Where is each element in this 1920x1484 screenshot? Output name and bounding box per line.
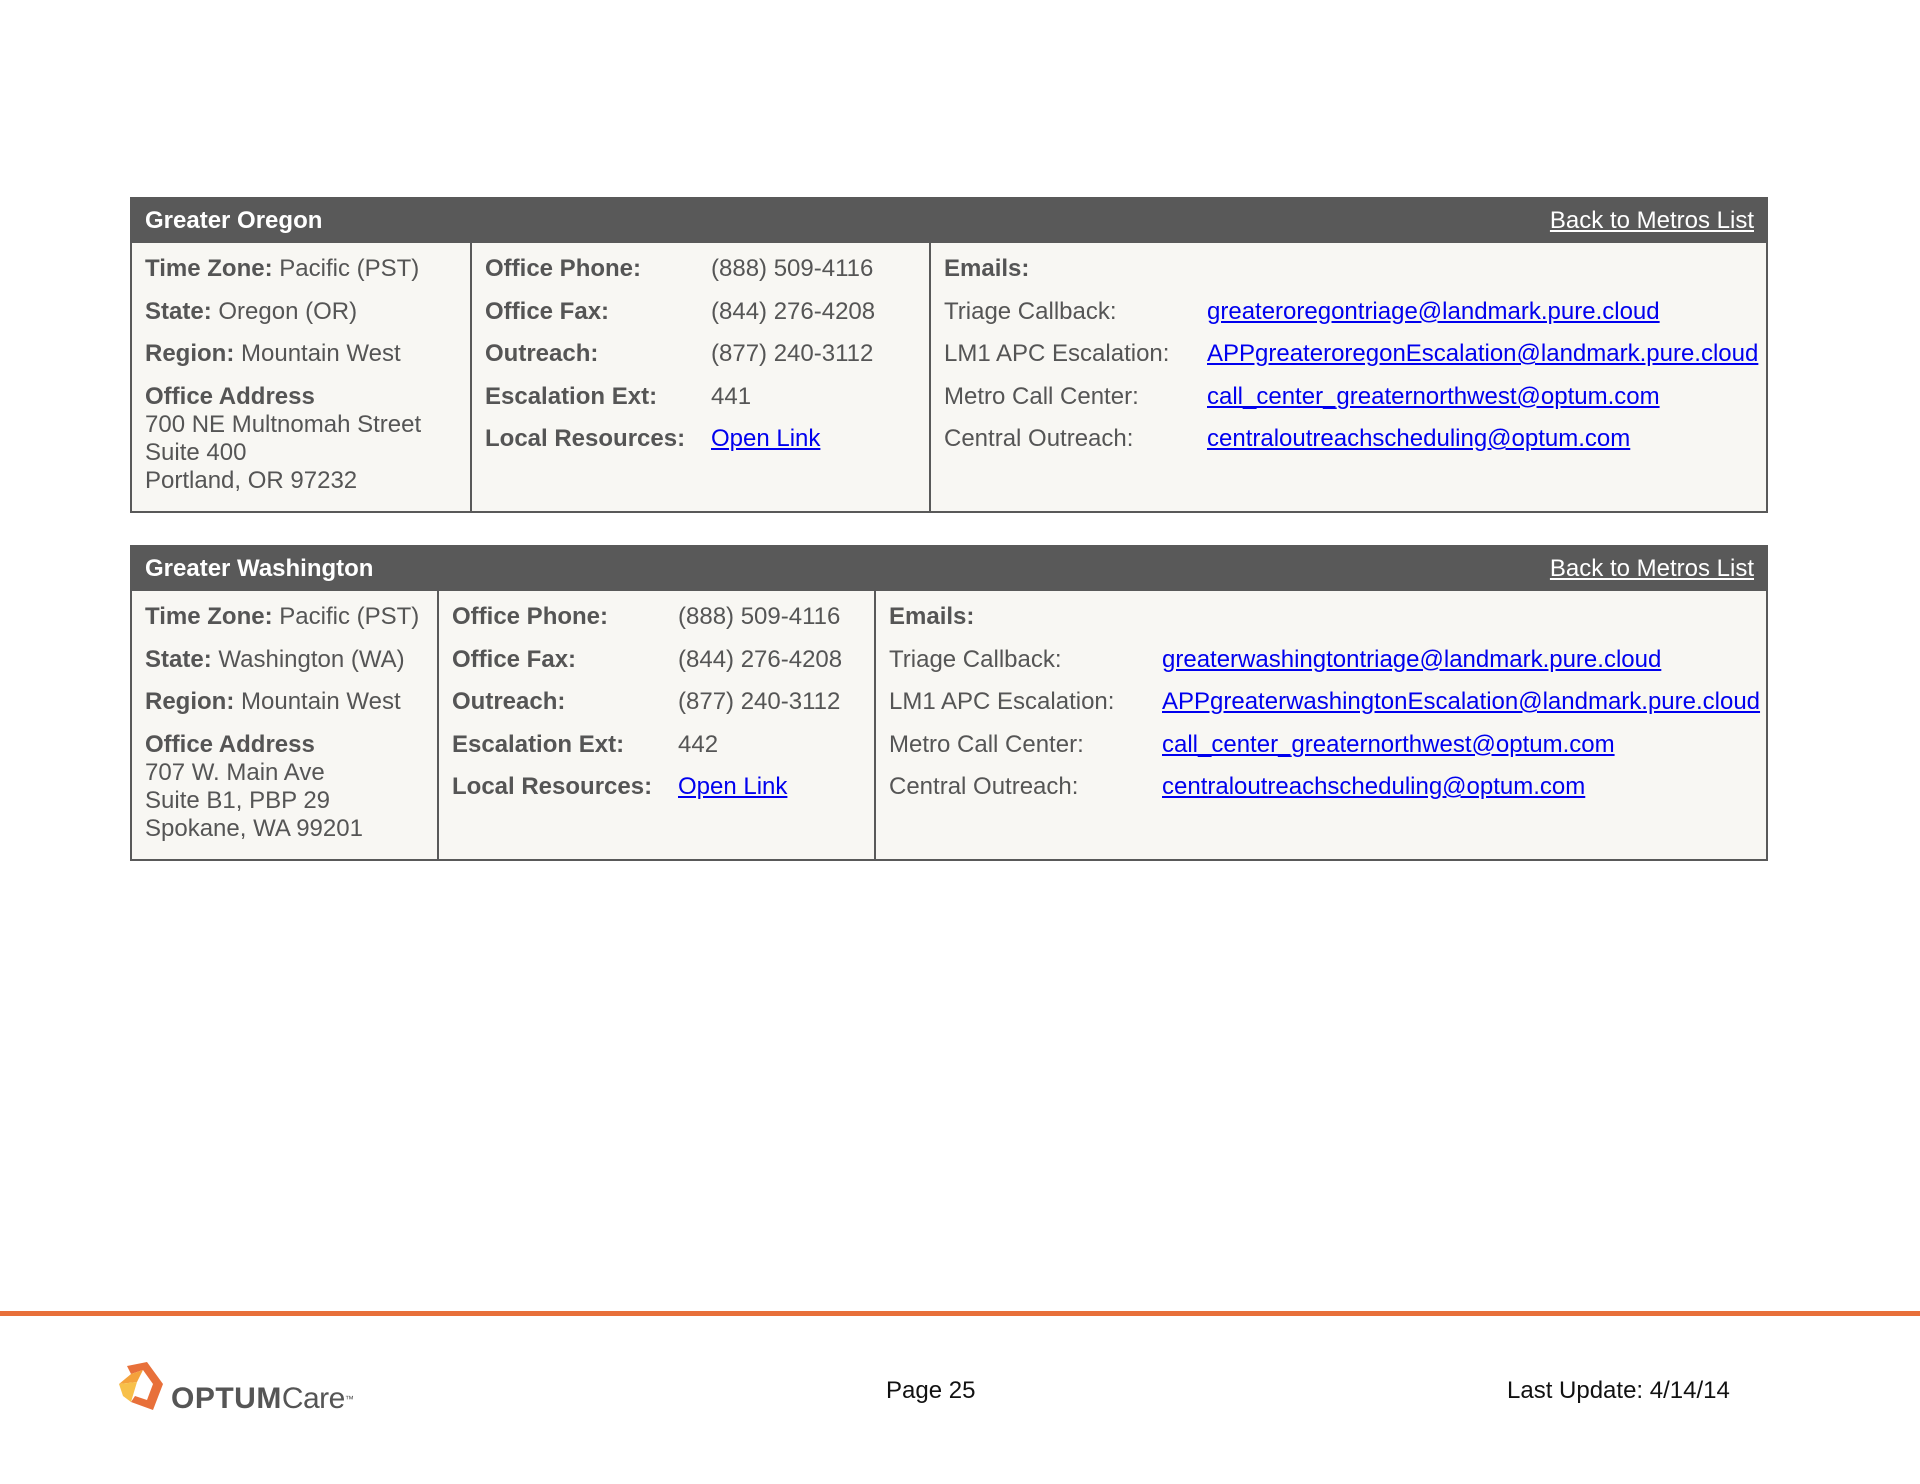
address-line: 707 W. Main Ave <box>145 758 325 786</box>
outreach-value: (877) 240-3112 <box>711 340 874 367</box>
office-phone-label: Office Phone: <box>485 255 642 282</box>
apc-escalation-email-link[interactable]: APPgreaterwashingtonEscalation@landmark.… <box>1162 688 1760 715</box>
region: Region: Mountain West <box>145 340 401 367</box>
metro-contacts-column: Office Phone: (888) 509-4116 Office Fax:… <box>470 243 929 511</box>
metro-header: Greater Oregon Back to Metros List <box>132 199 1766 243</box>
office-fax-value: (844) 276-4208 <box>711 297 876 325</box>
apc-escalation-email-link[interactable]: APPgreateroregonEscalation@landmark.pure… <box>1207 340 1758 367</box>
address-line: 700 NE Multnomah Street <box>145 410 422 438</box>
central-outreach-label: Central Outreach: <box>889 773 1079 800</box>
state: State: Oregon (OR) <box>145 297 358 325</box>
office-phone-label: Office Phone: <box>452 603 609 630</box>
escalation-ext-label: Escalation Ext: <box>485 382 658 410</box>
logo-optum-text: OPTUM <box>171 1382 282 1415</box>
central-outreach-label: Central Outreach: <box>944 425 1134 452</box>
metro-emails-column: Emails: Triage Callback: greateroregontr… <box>929 243 1766 511</box>
office-address-label: Office Address <box>145 382 315 410</box>
triage-callback-email-link[interactable]: greaterwashingtontriage@landmark.pure.cl… <box>1162 646 1661 673</box>
page-number: Page 25 <box>886 1377 976 1404</box>
metro-card-greater-oregon: Greater Oregon Back to Metros List Time … <box>130 197 1768 513</box>
escalation-ext-value: 441 <box>711 382 752 410</box>
office-address-label: Office Address <box>145 730 315 758</box>
metro-call-center-email-link[interactable]: call_center_greaternorthwest@optum.com <box>1207 383 1660 410</box>
optum-care-logo: OPTUMCare™ <box>117 1362 354 1414</box>
metro-call-center-email-link[interactable]: call_center_greaternorthwest@optum.com <box>1162 731 1615 758</box>
escalation-ext-value: 442 <box>678 730 719 758</box>
outreach-label: Outreach: <box>485 340 599 367</box>
triage-callback-label: Triage Callback: <box>944 297 1117 325</box>
metro-body: Time Zone: Pacific (PST) State: Washingt… <box>132 591 1766 859</box>
back-to-metros-link[interactable]: Back to Metros List <box>1550 555 1754 583</box>
region: Region: Mountain West <box>145 688 401 715</box>
office-address: Office Address 707 W. Main Ave Suite B1,… <box>145 731 437 843</box>
office-fax-label: Office Fax: <box>452 645 577 673</box>
metro-info-column: Time Zone: Pacific (PST) State: Washingt… <box>132 591 437 859</box>
back-to-metros-link[interactable]: Back to Metros List <box>1550 207 1754 235</box>
open-link[interactable]: Open Link <box>711 425 820 452</box>
emails-title: Emails: <box>944 255 1030 282</box>
time-zone: Time Zone: Pacific (PST) <box>145 603 420 630</box>
last-update: Last Update: 4/14/14 <box>1507 1377 1730 1404</box>
logo-care-text: Care <box>281 1382 346 1415</box>
address-line: Suite 400 <box>145 438 247 466</box>
address-line: Portland, OR 97232 <box>145 466 358 494</box>
local-resources-label: Local Resources: <box>485 425 686 452</box>
office-fax-value: (844) 276-4208 <box>678 645 843 673</box>
triage-callback-email-link[interactable]: greateroregontriage@landmark.pure.cloud <box>1207 298 1660 325</box>
central-outreach-email-link[interactable]: centraloutreachscheduling@optum.com <box>1207 425 1630 452</box>
metro-title: Greater Oregon <box>145 207 323 234</box>
address-line: Suite B1, PBP 29 <box>145 786 331 814</box>
metro-header: Greater Washington Back to Metros List <box>132 547 1766 591</box>
metro-call-center-label: Metro Call Center: <box>944 382 1139 410</box>
open-link[interactable]: Open Link <box>678 773 787 800</box>
outreach-label: Outreach: <box>452 688 566 715</box>
triage-callback-label: Triage Callback: <box>889 645 1062 673</box>
footer-divider <box>0 1311 1920 1316</box>
office-fax-label: Office Fax: <box>485 297 610 325</box>
apc-escalation-label: LM1 APC Escalation: <box>889 688 1115 715</box>
local-resources-label: Local Resources: <box>452 773 653 800</box>
emails-title: Emails: <box>889 603 975 630</box>
logo-trademark: ™ <box>344 1394 354 1404</box>
apc-escalation-label: LM1 APC Escalation: <box>944 340 1170 367</box>
optum-logo-icon <box>119 1362 163 1410</box>
metro-info-column: Time Zone: Pacific (PST) State: Oregon (… <box>132 243 470 511</box>
metro-title: Greater Washington <box>145 555 374 582</box>
metro-emails-column: Emails: Triage Callback: greaterwashingt… <box>874 591 1766 859</box>
escalation-ext-label: Escalation Ext: <box>452 730 625 758</box>
time-zone: Time Zone: Pacific (PST) <box>145 255 420 282</box>
metro-contacts-column: Office Phone: (888) 509-4116 Office Fax:… <box>437 591 874 859</box>
office-phone-value: (888) 509-4116 <box>711 255 874 282</box>
office-address: Office Address 700 NE Multnomah Street S… <box>145 383 470 495</box>
metro-card-greater-washington: Greater Washington Back to Metros List T… <box>130 545 1768 861</box>
state: State: Washington (WA) <box>145 645 405 673</box>
office-phone-value: (888) 509-4116 <box>678 603 841 630</box>
address-line: Spokane, WA 99201 <box>145 814 363 842</box>
metro-body: Time Zone: Pacific (PST) State: Oregon (… <box>132 243 1766 511</box>
metro-call-center-label: Metro Call Center: <box>889 730 1084 758</box>
central-outreach-email-link[interactable]: centraloutreachscheduling@optum.com <box>1162 773 1585 800</box>
outreach-value: (877) 240-3112 <box>678 688 841 715</box>
